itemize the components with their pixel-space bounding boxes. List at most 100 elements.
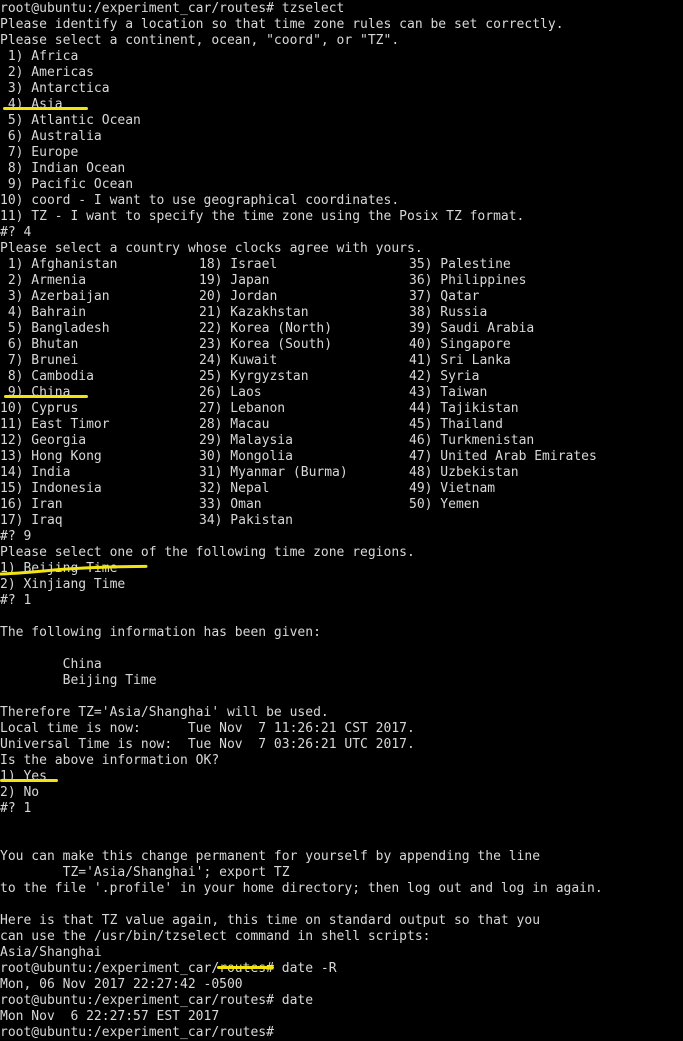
country-option: 37) Qatar — [409, 289, 480, 304]
country-row: 7) Brunei 24) Kuwait 41) Sri Lanka — [0, 353, 683, 369]
country-row: 15) Indonesia 32) Nepal 49) Vietnam — [0, 481, 683, 497]
country-option: 18) Israel — [199, 257, 278, 272]
country-row: 16) Iran 33) Oman 50) Yemen — [0, 497, 683, 513]
country-option: 28) Macau — [199, 417, 270, 432]
country-option: 39) Saudi Arabia — [409, 321, 535, 336]
country-option: 42) Syria — [409, 369, 480, 384]
country-option: 44) Tajikistan — [409, 401, 519, 416]
country-option: 20) Jordan — [199, 289, 278, 304]
country-option: 29) Malaysia — [199, 433, 293, 448]
country-option: 25) Kyrgyzstan — [199, 369, 309, 384]
confirm-option-no: 2) No — [0, 785, 40, 800]
terminal-window[interactable]: root@ubuntu:/experiment_car/routes# tzse… — [0, 0, 683, 1040]
continent-option-atlantic-ocean: 5) Atlantic Ocean — [0, 113, 141, 128]
country-option: 8) Cambodia — [0, 369, 94, 384]
country-option: 36) Philippines — [409, 273, 527, 288]
terminal-input-region[interactable]: #? 1 — [0, 593, 683, 609]
terminal-line: The following information has been given… — [0, 625, 321, 640]
country-row: 8) Cambodia 25) Kyrgyzstan 42) Syria — [0, 369, 683, 385]
country-option: 5) Bangladesh — [0, 321, 110, 336]
terminal-line-prompt-date-r: root@ubuntu:/experiment_car/routes# date… — [0, 961, 337, 976]
country-option: 10) Cyprus — [0, 401, 79, 416]
country-option: 46) Turkmenistan — [409, 433, 535, 448]
country-option: 4) Bahrain — [0, 305, 87, 320]
terminal-line: Here is that TZ value again, this time o… — [0, 913, 541, 928]
terminal-line: Please select one of the following time … — [0, 545, 415, 560]
terminal-line: can use the /usr/bin/tzselect command in… — [0, 929, 431, 944]
country-row: 17) Iraq 34) Pakistan — [0, 513, 683, 529]
country-option: 30) Mongolia — [199, 449, 293, 464]
continent-option-americas: 2) Americas — [0, 65, 94, 80]
continent-option-pacific-ocean: 9) Pacific Ocean — [0, 177, 134, 192]
terminal-input-country[interactable]: #? 9 — [0, 529, 683, 545]
country-row: 12) Georgia 29) Malaysia 46) Turkmenista… — [0, 433, 683, 449]
country-option: 6) Bhutan — [0, 337, 79, 352]
country-option: 17) Iraq — [0, 513, 63, 528]
country-row: 4) Bahrain 21) Kazakhstan 38) Russia — [0, 305, 683, 321]
continent-option-tz: 11) TZ - I want to specify the time zone… — [0, 209, 525, 224]
country-option: 16) Iran — [0, 497, 63, 512]
region-option-xinjiang-time: 2) Xinjiang Time — [0, 577, 126, 592]
country-option: 3) Azerbaijan — [0, 289, 110, 304]
summary-country: China — [0, 657, 102, 672]
continent-option-africa: 1) Africa — [0, 49, 79, 64]
country-option: 11) East Timor — [0, 417, 110, 432]
continent-option-australia: 6) Australia — [0, 129, 102, 144]
country-row: 6) Bhutan 23) Korea (South) 40) Singapor… — [0, 337, 683, 353]
country-row: 11) East Timor 28) Macau 45) Thailand — [0, 417, 683, 433]
terminal-line-prompt-tzselect: root@ubuntu:/experiment_car/routes# tzse… — [0, 1, 345, 16]
continent-option-europe: 7) Europe — [0, 145, 79, 160]
terminal-line: Please select a country whose clocks agr… — [0, 241, 423, 256]
country-option: 12) Georgia — [0, 433, 87, 448]
terminal-input-confirm[interactable]: #? 1 — [0, 801, 683, 817]
country-option-china: 9) China — [0, 385, 71, 400]
country-option: 33) Oman — [199, 497, 262, 512]
country-row: 5) Bangladesh 22) Korea (North) 39) Saud… — [0, 321, 683, 337]
summary-tz-value: Therefore TZ='Asia/Shanghai' will be use… — [0, 705, 329, 720]
terminal-line: to the file '.profile' in your home dire… — [0, 881, 603, 896]
country-option: 38) Russia — [409, 305, 488, 320]
terminal-line-prompt-date: root@ubuntu:/experiment_car/routes# date — [0, 993, 314, 1008]
country-option: 31) Myanmar (Burma) — [199, 465, 348, 480]
date-output: Mon Nov 6 22:27:57 EST 2017 — [0, 1009, 220, 1024]
country-row: 13) Hong Kong 30) Mongolia 47) United Ar… — [0, 449, 683, 465]
country-option: 15) Indonesia — [0, 481, 102, 496]
terminal-line-prompt-final: root@ubuntu:/experiment_car/routes# — [0, 1025, 274, 1040]
terminal-line: Please identify a location so that time … — [0, 17, 564, 32]
country-option: 23) Korea (South) — [199, 337, 333, 352]
country-option: 13) Hong Kong — [0, 449, 102, 464]
country-option: 45) Thailand — [409, 417, 503, 432]
country-option: 27) Lebanon — [199, 401, 286, 416]
summary-region: Beijing Time — [0, 673, 157, 688]
summary-universal-time: Universal Time is now: Tue Nov 7 03:26:2… — [0, 737, 415, 752]
tz-output-value: Asia/Shanghai — [0, 945, 102, 960]
export-tz-line: TZ='Asia/Shanghai'; export TZ — [0, 865, 290, 880]
country-row: 10) Cyprus 27) Lebanon 44) Tajikistan — [0, 401, 683, 417]
country-option: 49) Vietnam — [409, 481, 496, 496]
country-row: 2) Armenia 19) Japan 36) Philippines — [0, 273, 683, 289]
country-row: 1) Afghanistan 18) Israel 35) Palestine — [0, 257, 683, 273]
continent-option-indian-ocean: 8) Indian Ocean — [0, 161, 126, 176]
country-option: 47) United Arab Emirates — [409, 449, 597, 464]
country-option: 19) Japan — [199, 273, 270, 288]
confirm-option-yes: 1) Yes — [0, 769, 47, 784]
country-option: 24) Kuwait — [199, 353, 278, 368]
country-row: 14) India 31) Myanmar (Burma) 48) Uzbeki… — [0, 465, 683, 481]
country-option: 7) Brunei — [0, 353, 79, 368]
region-option-beijing-time: 1) Beijing Time — [0, 561, 118, 576]
terminal-screen: root@ubuntu:/experiment_car/routes# tzse… — [0, 1, 683, 1041]
country-option: 21) Kazakhstan — [199, 305, 309, 320]
terminal-input-continent[interactable]: #? 4 — [0, 225, 683, 241]
country-option: 22) Korea (North) — [199, 321, 333, 336]
country-option: 43) Taiwan — [409, 385, 488, 400]
date-r-output: Mon, 06 Nov 2017 22:27:42 -0500 — [0, 977, 243, 992]
country-option: 1) Afghanistan — [0, 257, 118, 272]
country-option: 41) Sri Lanka — [409, 353, 511, 368]
country-option: 40) Singapore — [409, 337, 511, 352]
terminal-line: Is the above information OK? — [0, 753, 220, 768]
